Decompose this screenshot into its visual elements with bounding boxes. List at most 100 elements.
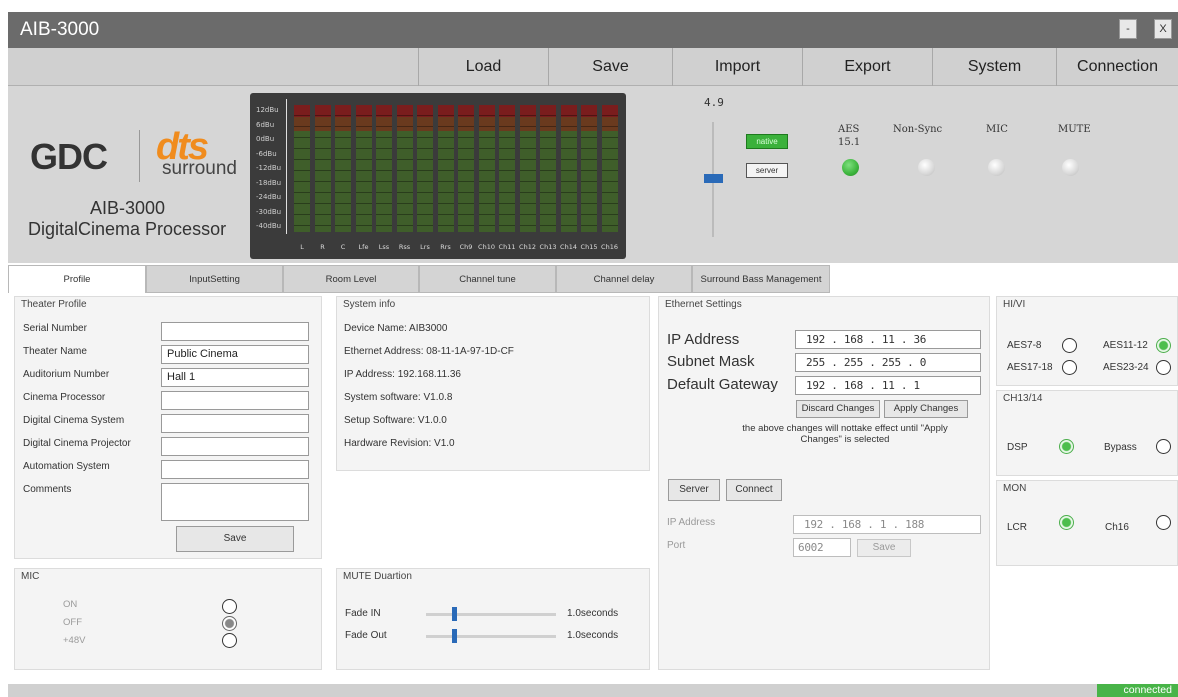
- mic-indicator-light: [988, 159, 1005, 176]
- aes11-12-label: AES11-12: [1103, 340, 1148, 351]
- ch13-14-group: CH13/14 DSP Bypass: [996, 390, 1178, 476]
- auditorium-number-field[interactable]: Hall 1: [161, 368, 309, 387]
- device-name-text: Device Name: AIB3000: [344, 323, 448, 334]
- server-ip-field[interactable]: 192 . 168 . 1 . 188: [793, 515, 981, 534]
- db-scale-label: -40dBu: [256, 222, 282, 230]
- default-gateway-field[interactable]: 192 . 168 . 11 . 1: [795, 376, 981, 395]
- port-label: Port: [667, 540, 686, 551]
- mic-48v-radio[interactable]: [222, 633, 237, 648]
- window-title: AIB-3000: [20, 19, 100, 40]
- profile-save-button[interactable]: Save: [176, 526, 294, 552]
- system-software-text: System software: V1.0.8: [344, 392, 453, 403]
- port-field[interactable]: 6002: [793, 538, 851, 557]
- mic-title: MIC: [21, 571, 40, 582]
- menu-connection[interactable]: Connection: [1056, 48, 1178, 86]
- mic-off-radio[interactable]: [222, 616, 237, 631]
- channel-label: Ch9: [459, 243, 473, 251]
- channel-meter-bar: [540, 105, 556, 232]
- server-save-button[interactable]: Save: [857, 539, 911, 557]
- channel-label: Ch10: [478, 243, 495, 251]
- auditorium-number-label: Auditorium Number: [23, 369, 110, 380]
- aes23-24-radio[interactable]: [1156, 360, 1171, 375]
- channel-meter-bar: [335, 105, 351, 232]
- ip-address-text: IP Address: 192.168.11.36: [344, 369, 461, 380]
- hardware-revision-text: Hardware Revision: V1.0: [344, 438, 455, 449]
- logo-divider: [139, 130, 140, 182]
- system-info-group: System info Device Name: AIB3000 Etherne…: [336, 296, 650, 471]
- mute-indicator-light: [1062, 159, 1079, 176]
- db-scale-label: 6dBu: [256, 120, 275, 129]
- dsp-radio[interactable]: [1059, 439, 1074, 454]
- apply-changes-button[interactable]: Apply Changes: [884, 400, 968, 418]
- fade-in-slider-thumb[interactable]: [452, 607, 457, 621]
- fade-out-slider-thumb[interactable]: [452, 629, 457, 643]
- menu-save[interactable]: Save: [548, 48, 672, 86]
- close-button[interactable]: X: [1154, 19, 1172, 39]
- aes-indicator-label: AES: [838, 124, 860, 135]
- mute-indicator-label: MUTE: [1058, 124, 1091, 135]
- theater-profile-group: Theater Profile Serial Number Theater Na…: [14, 296, 322, 559]
- ethernet-settings-group: Ethernet Settings IP Address 192 . 168 .…: [658, 296, 990, 670]
- digital-cinema-system-field[interactable]: [161, 414, 309, 433]
- tab-channel-tune[interactable]: Channel tune: [419, 265, 556, 293]
- server-source-button[interactable]: server: [746, 163, 788, 178]
- ip-address-field[interactable]: 192 . 168 . 11 . 36: [795, 330, 981, 349]
- native-button[interactable]: native: [746, 134, 788, 149]
- discard-changes-button[interactable]: Discard Changes: [796, 400, 880, 418]
- automation-system-field[interactable]: [161, 460, 309, 479]
- lcr-radio[interactable]: [1059, 515, 1074, 530]
- default-gateway-label: Default Gateway: [667, 376, 778, 393]
- mic-on-label: ON: [63, 599, 78, 610]
- non-sync-indicator-label: Non-Sync: [893, 124, 943, 135]
- channel-meter-bar: [314, 105, 331, 232]
- lcr-label: LCR: [1007, 522, 1028, 533]
- apply-note-text: the above changes will nottake effect un…: [742, 423, 948, 445]
- channel-meter-bar: [581, 105, 597, 232]
- tab-room-level[interactable]: Room Level: [283, 265, 419, 293]
- mic-on-radio[interactable]: [222, 599, 237, 614]
- dsp-label: DSP: [1007, 442, 1028, 453]
- aes17-18-radio[interactable]: [1062, 360, 1077, 375]
- menu-system[interactable]: System: [932, 48, 1056, 86]
- aes11-12-radio[interactable]: [1156, 338, 1171, 353]
- fade-out-slider[interactable]: [426, 635, 556, 638]
- menu-export[interactable]: Export: [802, 48, 932, 86]
- comments-field[interactable]: [161, 483, 309, 521]
- tab-channel-delay[interactable]: Channel delay: [556, 265, 692, 293]
- menu-load[interactable]: Load: [418, 48, 548, 86]
- volume-slider-thumb[interactable]: [704, 174, 723, 183]
- menu-bar: Load Save Import Export System Connectio…: [8, 48, 1178, 86]
- channel-label: Ch16: [601, 243, 618, 251]
- theater-name-field[interactable]: Public Cinema: [161, 345, 309, 364]
- connect-button[interactable]: Connect: [726, 479, 782, 501]
- dts-surround-logo: surround: [162, 158, 237, 179]
- channel-label: Ch14: [560, 243, 577, 251]
- server-connect-mode-button[interactable]: Server: [668, 479, 720, 501]
- db-scale-label: -24dBu: [256, 193, 282, 201]
- channel-label: Rrs: [440, 243, 451, 251]
- minimize-button[interactable]: -: [1119, 19, 1137, 39]
- tab-bar: Profile InputSetting Room Level Channel …: [8, 265, 1178, 293]
- comments-label: Comments: [23, 484, 72, 495]
- tab-input-setting[interactable]: InputSetting: [146, 265, 283, 293]
- subnet-mask-field[interactable]: 255 . 255 . 255 . 0: [795, 353, 981, 372]
- tab-surround-bass-management[interactable]: Surround Bass Management: [692, 265, 830, 293]
- digital-cinema-projector-field[interactable]: [161, 437, 309, 456]
- mic-indicator-label: MIC: [986, 124, 1008, 135]
- mute-duration-group: MUTE Duartion Fade IN 1.0seconds Fade Ou…: [336, 568, 650, 670]
- serial-number-field[interactable]: [161, 322, 309, 341]
- cinema-processor-field[interactable]: [161, 391, 309, 410]
- subnet-mask-label: Subnet Mask: [667, 353, 755, 370]
- ch16-radio[interactable]: [1156, 515, 1171, 530]
- channel-label: Ch11: [498, 243, 516, 251]
- fade-in-slider[interactable]: [426, 613, 556, 616]
- menu-import[interactable]: Import: [672, 48, 802, 86]
- channel-meter-bar: [396, 105, 413, 232]
- channel-meter-bar: [294, 105, 310, 232]
- aes7-8-radio[interactable]: [1062, 338, 1077, 353]
- volume-value: 4.9: [704, 96, 724, 109]
- channel-meter-bar: [417, 105, 433, 232]
- bypass-radio[interactable]: [1156, 439, 1171, 454]
- tab-profile[interactable]: Profile: [8, 265, 146, 293]
- channel-meter-bar: [560, 105, 577, 232]
